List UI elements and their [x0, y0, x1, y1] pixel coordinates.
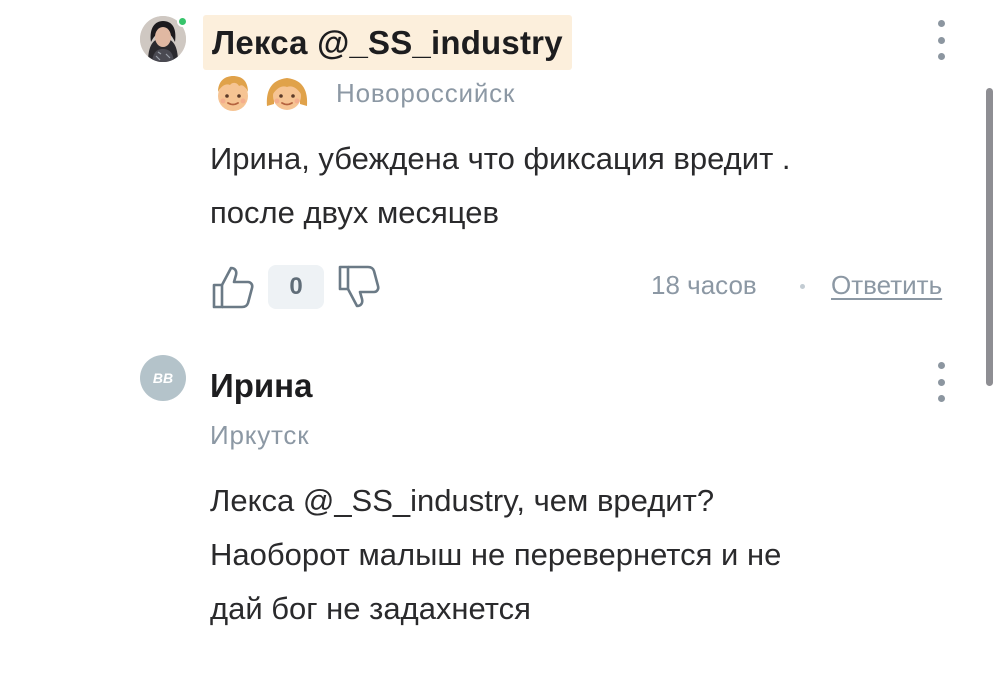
comment-time: 18 часов — [651, 270, 757, 300]
more-options-icon[interactable] — [936, 362, 946, 402]
reactions-row: 0 — [210, 263, 382, 311]
online-status-indicator — [177, 16, 188, 27]
comment-text-line-1: , чем вредит? — [516, 483, 715, 518]
scrollbar[interactable] — [986, 88, 993, 386]
comment-text: Лекса @_SS_industry, чем вредит? Наоборо… — [210, 474, 970, 636]
boy-emoji-icon — [212, 72, 254, 114]
comment-text-line-2: Наоборот малыш не перевернется и не — [210, 537, 782, 572]
comment-text: Ирина, убеждена что фиксация вредит . по… — [210, 132, 970, 240]
comment-author-name[interactable]: Лекса @_SS_industry — [212, 24, 563, 62]
comment-author-highlight[interactable]: Лекса @_SS_industry — [203, 15, 572, 70]
separator-dot — [800, 284, 805, 289]
comment-city: Иркутск — [210, 420, 310, 450]
mention-link[interactable]: Лекса @_SS_industry — [210, 483, 516, 518]
mention-link[interactable]: Ирина — [210, 141, 301, 176]
avatar[interactable]: BB — [140, 355, 186, 401]
more-options-icon[interactable] — [936, 20, 946, 60]
reply-button[interactable]: Ответить — [831, 270, 942, 301]
comment-text-line-3: дай бог не задахнется — [210, 591, 531, 626]
comment-city: Новороссийск — [336, 78, 516, 108]
comment-text-line-2: после двух месяцев — [210, 195, 499, 230]
comment-author-name[interactable]: Ирина — [210, 367, 312, 405]
thumbs-up-icon[interactable] — [210, 263, 256, 311]
girl-emoji-icon — [264, 72, 308, 114]
avatar-initials: BB — [152, 370, 174, 386]
likes-count: 0 — [268, 265, 324, 309]
thumbs-down-icon[interactable] — [336, 263, 382, 311]
comment-text-line-1: , убеждена что фиксация вредит . — [301, 141, 791, 176]
